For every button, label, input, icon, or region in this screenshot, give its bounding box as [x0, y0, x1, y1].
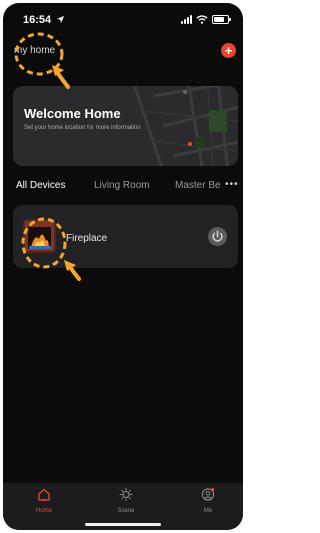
tab-scene-label: Scene	[117, 508, 135, 514]
power-toggle-button[interactable]	[208, 227, 227, 246]
device-card-fireplace[interactable]: Fireplace	[13, 205, 238, 268]
bottom-tab-bar: Home Scene Me	[3, 483, 243, 530]
notification-badge	[211, 488, 215, 492]
room-tabs: All Devices Living Room Master Be	[16, 180, 243, 196]
welcome-title: Welcome Home	[24, 106, 121, 121]
pointer-arrow-home	[52, 65, 70, 89]
status-indicators	[181, 15, 231, 24]
app-screen: 16:54 my home + Welcome Home Set your ho…	[3, 3, 243, 530]
status-time: 16:54	[23, 14, 52, 26]
sun-icon	[119, 488, 133, 501]
cellular-signal-icon	[181, 15, 192, 24]
location-arrow-icon	[56, 15, 65, 24]
welcome-card[interactable]: Welcome Home Set your home location for …	[13, 86, 238, 166]
battery-icon	[212, 15, 231, 24]
more-rooms-button[interactable]: •••	[225, 179, 239, 190]
person-icon	[201, 488, 215, 501]
tab-me-label: Me	[203, 508, 213, 514]
welcome-subtitle: Set your home location for more informat…	[24, 125, 141, 131]
home-indicator[interactable]	[85, 523, 161, 526]
add-device-button[interactable]: +	[221, 43, 236, 58]
tab-home-label: Home	[35, 508, 52, 514]
tab-home[interactable]: Home	[24, 488, 64, 514]
device-name: Fireplace	[66, 233, 108, 244]
home-selector[interactable]: my home	[14, 45, 55, 56]
wifi-icon	[196, 15, 208, 24]
tab-living-room[interactable]: Living Room	[94, 180, 150, 191]
tab-me[interactable]: Me	[188, 488, 228, 514]
power-icon	[212, 230, 223, 242]
tab-all-devices[interactable]: All Devices	[16, 180, 65, 191]
tab-master-bedroom[interactable]: Master Be	[175, 180, 221, 191]
home-icon	[38, 488, 50, 501]
fireplace-thumbnail	[23, 219, 56, 253]
tab-scene[interactable]: Scene	[106, 488, 146, 514]
